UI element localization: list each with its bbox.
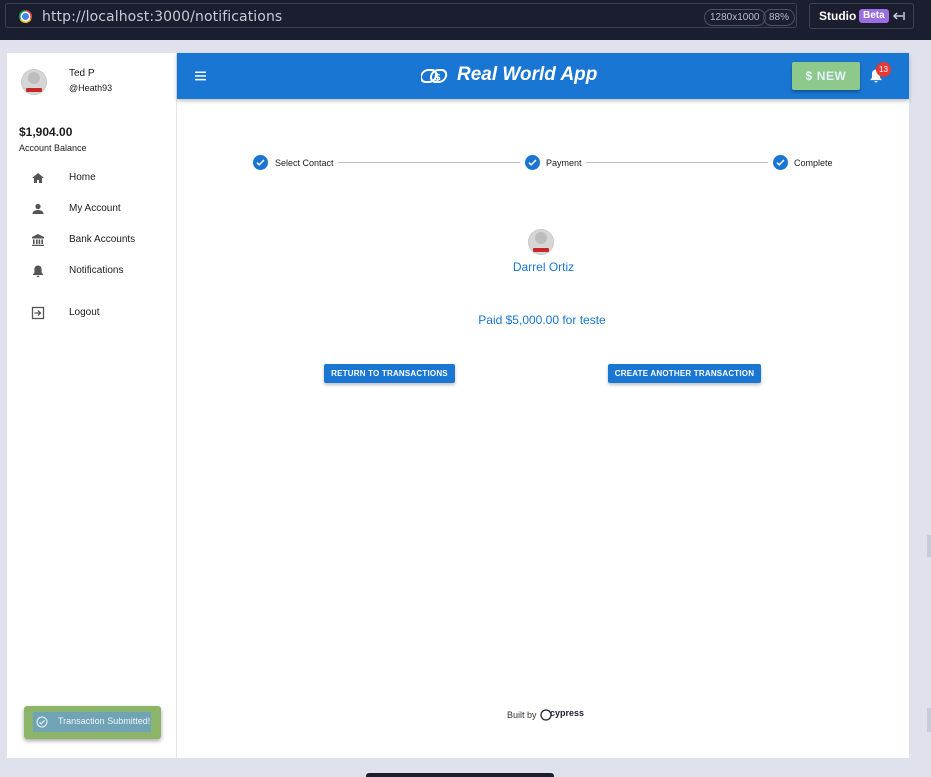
app-header: $ Real World App $ NEW 13 bbox=[177, 53, 909, 99]
built-by-label: Built by bbox=[507, 710, 537, 720]
user-handle: @Heath93 bbox=[69, 83, 113, 93]
check-circle-icon bbox=[36, 716, 48, 728]
collapse-arrow-icon bbox=[892, 12, 905, 20]
notification-count-badge: 13 bbox=[876, 62, 891, 77]
sidebar-item-home[interactable]: Home bbox=[7, 165, 176, 193]
sidebar-item-label: Home bbox=[69, 172, 96, 183]
studio-button[interactable]: Studio Beta bbox=[809, 3, 914, 29]
chrome-icon bbox=[19, 10, 32, 23]
sidebar-item-my-account[interactable]: My Account bbox=[7, 196, 176, 224]
step-label-select-contact: Select Contact bbox=[275, 158, 334, 168]
sidebar-item-notifications[interactable]: Notifications bbox=[7, 258, 176, 286]
app-title: Real World App bbox=[457, 64, 598, 85]
viewport-size-badge[interactable]: 1280x1000 bbox=[704, 9, 766, 26]
step-connector bbox=[586, 162, 768, 163]
scroll-edge-marker bbox=[927, 535, 931, 557]
svg-text:$: $ bbox=[434, 73, 441, 84]
transaction-summary: Paid $5,000.00 for teste bbox=[478, 313, 606, 327]
beta-badge: Beta bbox=[859, 9, 889, 23]
contact-name: Darrel Ortiz bbox=[512, 260, 575, 274]
transaction-toast: Transaction Submitted! bbox=[24, 706, 161, 739]
sidebar: Ted P @Heath93 $1,904.00 Account Balance… bbox=[7, 53, 177, 758]
app-frame: Ted P @Heath93 $1,904.00 Account Balance… bbox=[7, 53, 909, 758]
bell-icon bbox=[33, 265, 43, 278]
dollar-link-icon: $ bbox=[421, 69, 448, 84]
toast-message: Transaction Submitted! bbox=[58, 716, 151, 726]
sidebar-item-label: Logout bbox=[69, 307, 100, 318]
cypress-logo[interactable]: cypress bbox=[540, 708, 584, 722]
step-label-complete: Complete bbox=[794, 158, 833, 168]
create-another-transaction-button[interactable]: CREATE ANOTHER TRANSACTION bbox=[608, 364, 761, 383]
main-content: $ Real World App $ NEW 13 Select Contact… bbox=[177, 53, 909, 758]
person-icon bbox=[32, 203, 44, 214]
url-bar[interactable]: http://localhost:3000/notifications 1280… bbox=[5, 3, 797, 28]
step-connector bbox=[338, 162, 520, 163]
account-balance-label: Account Balance bbox=[19, 143, 87, 153]
scroll-edge-marker bbox=[927, 708, 931, 732]
new-button-label: $ NEW bbox=[805, 69, 847, 83]
step-complete-icon bbox=[253, 155, 268, 170]
logout-icon bbox=[31, 306, 45, 320]
user-name: Ted P bbox=[69, 68, 95, 79]
step-label-payment: Payment bbox=[546, 158, 582, 168]
bank-icon bbox=[32, 234, 44, 246]
sidebar-item-bank-accounts[interactable]: Bank Accounts bbox=[7, 227, 176, 255]
step-complete-icon bbox=[525, 155, 540, 170]
url-text: http://localhost:3000/notifications bbox=[42, 9, 283, 25]
toast-body: Transaction Submitted! bbox=[33, 712, 151, 732]
account-balance: $1,904.00 bbox=[19, 125, 73, 139]
sidebar-item-label: Notifications bbox=[69, 265, 124, 276]
contact-avatar bbox=[528, 229, 554, 255]
sidebar-item-label: Bank Accounts bbox=[69, 234, 136, 245]
zoom-badge[interactable]: 88% bbox=[763, 9, 796, 26]
studio-label: Studio bbox=[819, 9, 857, 23]
bottom-panel-handle[interactable] bbox=[366, 773, 554, 777]
sidebar-item-label: My Account bbox=[69, 203, 121, 214]
new-transaction-button[interactable]: $ NEW bbox=[792, 62, 860, 90]
cypress-brand: cypress bbox=[550, 708, 585, 718]
menu-icon[interactable] bbox=[194, 70, 208, 82]
home-icon bbox=[32, 173, 44, 183]
user-avatar bbox=[21, 69, 47, 95]
step-complete-icon bbox=[773, 155, 788, 170]
sidebar-item-logout[interactable]: Logout bbox=[7, 300, 176, 328]
cypress-top-bar: http://localhost:3000/notifications 1280… bbox=[0, 0, 931, 40]
return-to-transactions-button[interactable]: RETURN TO TRANSACTIONS bbox=[324, 364, 455, 383]
